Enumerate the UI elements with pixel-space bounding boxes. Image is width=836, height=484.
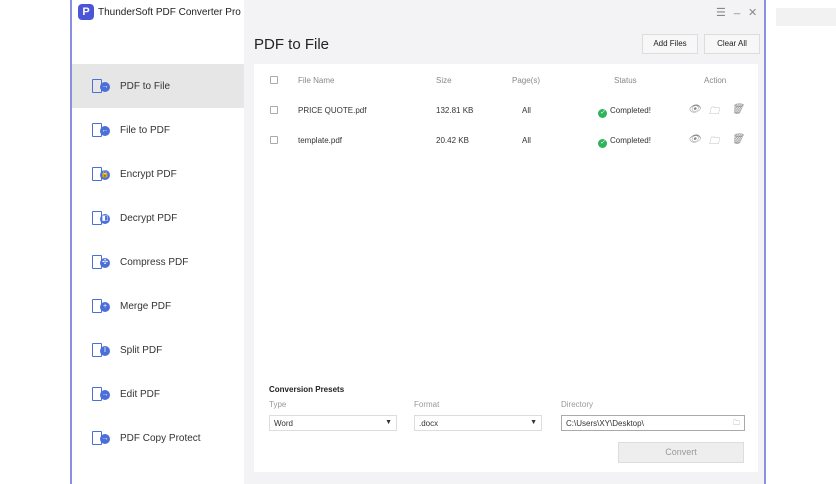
header-action: Action (704, 76, 727, 85)
sidebar-item-decrypt-pdf[interactable]: ◧ Decrypt PDF (72, 196, 244, 240)
sidebar-item-label: PDF to File (120, 80, 171, 92)
header-pages: Page(s) (512, 76, 541, 85)
format-label: Format (414, 400, 440, 409)
sidebar-item-label: Encrypt PDF (120, 168, 177, 180)
directory-value: C:\Users\XY\Desktop\ (566, 419, 644, 428)
minimize-button[interactable]: _ (734, 3, 740, 15)
clear-all-button[interactable]: Clear All (704, 34, 760, 54)
pdf-to-file-icon: → (92, 79, 110, 93)
file-pages: All (522, 106, 531, 115)
close-button[interactable]: ✕ (748, 6, 757, 19)
format-select[interactable]: .docx ▼ (414, 415, 542, 431)
sidebar-item-label: File to PDF (120, 124, 171, 136)
table-row[interactable]: template.pdf 20.42 KB All ✓ Completed! 👁 … (254, 126, 758, 156)
convert-button[interactable]: Convert (618, 442, 744, 463)
presets-title: Conversion Presets (269, 385, 345, 394)
table-row[interactable]: PRICE QUOTE.pdf 132.81 KB All ✓ Completed… (254, 96, 758, 126)
row-checkbox[interactable] (270, 136, 278, 144)
file-pages: All (522, 136, 531, 145)
encrypt-pdf-icon: 🔒 (92, 167, 110, 181)
app-window: P ThunderSoft PDF Converter Pro → PDF to … (70, 0, 766, 484)
sidebar-item-label: Merge PDF (120, 300, 172, 312)
directory-input[interactable]: C:\Users\XY\Desktop\ 🗀 (561, 415, 745, 431)
menu-icon[interactable]: ☰ (716, 6, 726, 19)
chevron-down-icon: ▼ (530, 419, 537, 426)
check-circle-icon: ✓ (598, 139, 607, 148)
sidebar-item-split-pdf[interactable]: I Split PDF (72, 328, 244, 372)
status-badge: ✓ Completed! (598, 136, 651, 148)
header-file-name: File Name (298, 76, 335, 85)
merge-pdf-icon: + (92, 299, 110, 313)
sidebar-item-label: Compress PDF (120, 256, 189, 268)
delete-trash-icon[interactable]: 🗑 (731, 134, 744, 145)
app-logo: P (78, 4, 94, 20)
sidebar-item-file-to-pdf[interactable]: ← File to PDF (72, 108, 244, 152)
sidebar-item-edit-pdf[interactable]: → Edit PDF (72, 372, 244, 416)
sidebar-item-merge-pdf[interactable]: + Merge PDF (72, 284, 244, 328)
decrypt-pdf-icon: ◧ (92, 211, 110, 225)
file-panel: File Name Size Page(s) Status Action PRI… (254, 64, 758, 472)
sidebar-item-compress-pdf[interactable]: ✣ Compress PDF (72, 240, 244, 284)
file-to-pdf-icon: ← (92, 123, 110, 137)
app-title: ThunderSoft PDF Converter Pro (98, 7, 241, 18)
type-value: Word (274, 419, 293, 428)
sidebar-item-label: PDF Copy Protect (120, 432, 201, 444)
background-shadow (776, 8, 836, 26)
pdf-copy-protect-icon: → (92, 431, 110, 445)
sidebar-item-label: Split PDF (120, 344, 163, 356)
row-checkbox[interactable] (270, 106, 278, 114)
file-size: 20.42 KB (436, 136, 469, 145)
directory-label: Directory (561, 400, 594, 409)
delete-trash-icon[interactable]: 🗑 (731, 104, 744, 115)
sidebar-item-pdf-to-file[interactable]: → PDF to File (72, 64, 244, 108)
status-badge: ✓ Completed! (598, 106, 651, 118)
split-pdf-icon: I (92, 343, 110, 357)
header-status: Status (614, 76, 637, 85)
check-circle-icon: ✓ (598, 109, 607, 118)
sidebar-item-label: Edit PDF (120, 388, 161, 400)
folder-icon[interactable]: 🗀 (733, 419, 740, 430)
preview-eye-icon[interactable]: 👁 (688, 104, 701, 115)
sidebar-item-label: Decrypt PDF (120, 212, 178, 224)
select-all-checkbox[interactable] (270, 76, 278, 84)
open-folder-icon[interactable]: 🗀 (709, 104, 719, 121)
file-size: 132.81 KB (436, 106, 474, 115)
edit-pdf-icon: → (92, 387, 110, 401)
preview-eye-icon[interactable]: 👁 (688, 134, 701, 145)
type-select[interactable]: Word ▼ (269, 415, 397, 431)
header-size: Size (436, 76, 452, 85)
sidebar-item-encrypt-pdf[interactable]: 🔒 Encrypt PDF (72, 152, 244, 196)
open-folder-icon[interactable]: 🗀 (709, 134, 719, 151)
add-files-button[interactable]: Add Files (642, 34, 698, 54)
page-title: PDF to File (254, 36, 330, 53)
file-name: template.pdf (298, 136, 343, 145)
type-label: Type (269, 400, 287, 409)
compress-pdf-icon: ✣ (92, 255, 110, 269)
sidebar-item-pdf-copy-protect[interactable]: → PDF Copy Protect (72, 416, 244, 460)
format-value: .docx (419, 419, 439, 428)
chevron-down-icon: ▼ (385, 419, 392, 426)
table-header: File Name Size Page(s) Status Action (254, 66, 758, 96)
file-name: PRICE QUOTE.pdf (298, 106, 367, 115)
sidebar: P ThunderSoft PDF Converter Pro → PDF to … (72, 0, 244, 484)
